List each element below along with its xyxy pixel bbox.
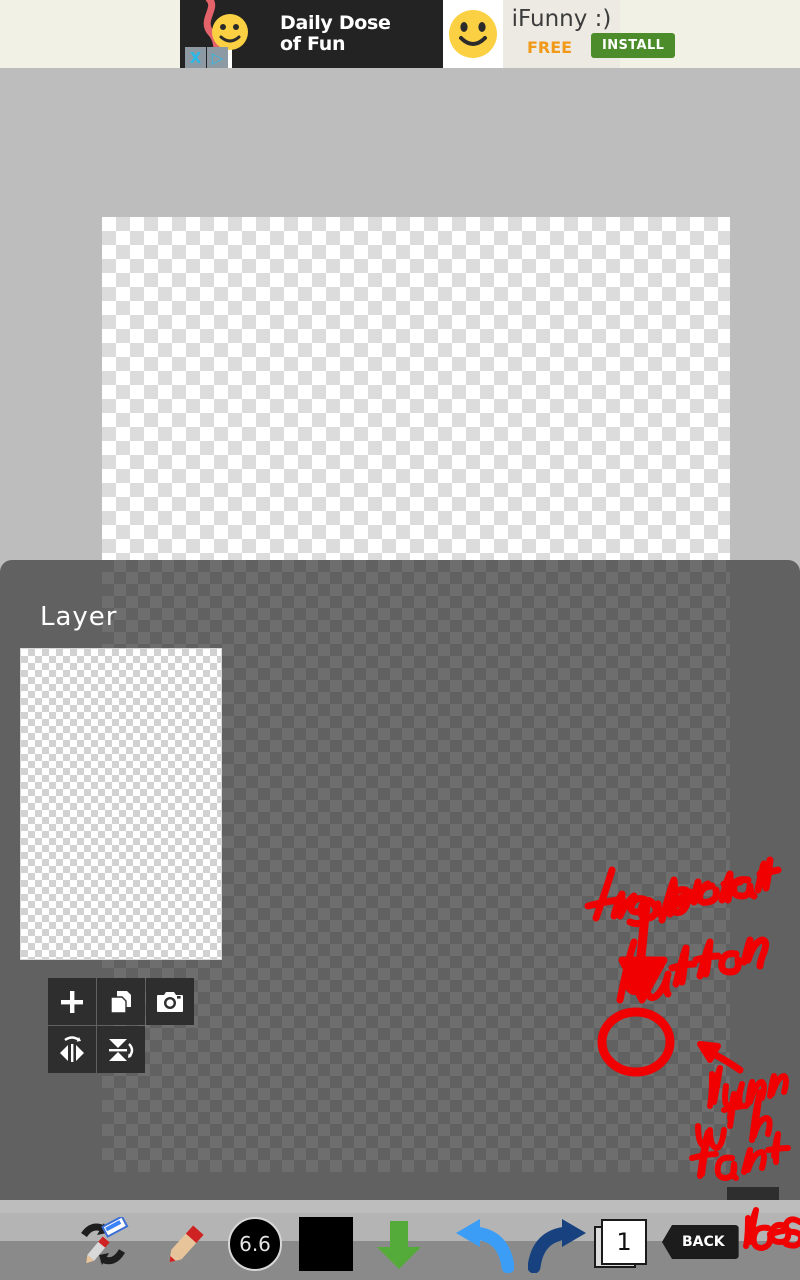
ad-app-title: iFunny :) xyxy=(511,6,612,32)
alpha-lock-button[interactable] xyxy=(727,1187,779,1200)
plus-icon xyxy=(61,990,83,1013)
flip-vertical-button[interactable] xyxy=(97,1026,145,1073)
brush-size-button[interactable]: 6.6 xyxy=(228,1217,282,1271)
ad-headline-line1: Daily Dose xyxy=(280,12,391,34)
app-root: Daily Dose of Fun X ▷ iFunny :) FREE INS… xyxy=(0,0,800,1280)
layer-operations-row-2 xyxy=(48,1026,195,1074)
ad-close-icon[interactable]: X xyxy=(185,47,206,68)
flip-horizontal-icon xyxy=(60,1035,84,1062)
camera-import-button[interactable] xyxy=(146,978,194,1025)
ad-app-icon xyxy=(443,0,503,68)
ad-install-button[interactable]: INSTALL xyxy=(591,33,676,58)
pencil-tool-button[interactable] xyxy=(156,1217,214,1277)
brush-eraser-swap-icon xyxy=(81,1215,129,1265)
redo-button[interactable] xyxy=(527,1217,590,1277)
flip-vertical-icon xyxy=(109,1038,134,1061)
back-button[interactable]: BACK xyxy=(662,1225,739,1259)
add-layer-button[interactable] xyxy=(48,978,96,1025)
bottom-toolbar: 6.6 1 BACK xyxy=(0,1213,800,1280)
camera-icon xyxy=(157,991,183,1012)
ad-cta-area: iFunny :) FREE INSTALL xyxy=(503,0,676,68)
layer-actions-toolbar xyxy=(727,1187,779,1200)
ad-badge-group: X ▷ xyxy=(185,47,228,68)
copy-icon xyxy=(110,990,131,1014)
current-color-swatch xyxy=(299,1217,353,1271)
undo-button[interactable] xyxy=(452,1217,515,1277)
redo-arrow-icon xyxy=(527,1219,586,1274)
brush-eraser-swap-button[interactable] xyxy=(76,1215,138,1277)
pencil-icon xyxy=(169,1225,204,1263)
ad-artwork: Daily Dose of Fun X ▷ xyxy=(180,0,443,68)
panel-title: Layer xyxy=(40,602,118,632)
page-selector-button[interactable]: 1 xyxy=(594,1219,647,1271)
ad-price-label: FREE xyxy=(527,38,573,57)
undo-arrow-icon xyxy=(456,1219,515,1274)
ad-banner[interactable]: Daily Dose of Fun X ▷ iFunny :) FREE INS… xyxy=(0,0,800,68)
ad-info-icon[interactable]: ▷ xyxy=(207,47,228,68)
save-download-button[interactable] xyxy=(372,1217,426,1277)
layer-composite-preview[interactable] xyxy=(20,648,222,960)
layer-panel: Layer xyxy=(0,560,800,1200)
color-swatch-button[interactable] xyxy=(299,1217,353,1271)
green-down-arrow-icon xyxy=(377,1221,421,1269)
flip-horizontal-button[interactable] xyxy=(48,1026,96,1073)
layer-operations-group xyxy=(48,978,195,1074)
layer-operations-row-1 xyxy=(48,978,195,1026)
ad-headline-line2: of Fun xyxy=(280,33,346,55)
duplicate-layer-button[interactable] xyxy=(97,978,145,1025)
ad-unit[interactable]: Daily Dose of Fun X ▷ iFunny :) FREE INS… xyxy=(180,0,676,68)
ad-headline: Daily Dose of Fun xyxy=(280,13,391,55)
brush-size-value: 6.6 xyxy=(228,1217,282,1271)
page-number: 1 xyxy=(601,1219,647,1265)
back-button-label: BACK xyxy=(662,1225,739,1259)
smiley-face-icon xyxy=(449,10,497,58)
